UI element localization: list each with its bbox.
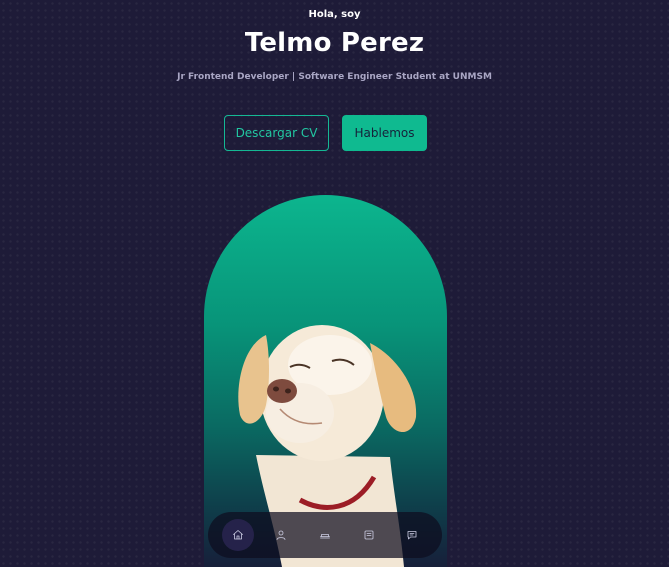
lets-talk-button[interactable]: Hablemos (342, 115, 427, 151)
message-icon (407, 531, 417, 540)
bottom-nav (208, 512, 442, 558)
subtitle-text: Jr Frontend Developer | Software Enginee… (177, 72, 492, 82)
greeting-text: Hola, soy (308, 9, 361, 20)
nav-home[interactable] (221, 519, 254, 551)
nav-services[interactable] (353, 519, 385, 551)
user-icon (276, 530, 286, 540)
book-icon (320, 534, 330, 539)
nav-about[interactable] (265, 519, 297, 551)
download-cv-button[interactable]: Descargar CV (224, 115, 329, 151)
page-title: Telmo Perez (244, 28, 425, 58)
nav-contact[interactable] (396, 519, 428, 551)
home-icon (232, 530, 243, 540)
nav-experience[interactable] (309, 519, 341, 551)
services-icon (364, 530, 373, 540)
